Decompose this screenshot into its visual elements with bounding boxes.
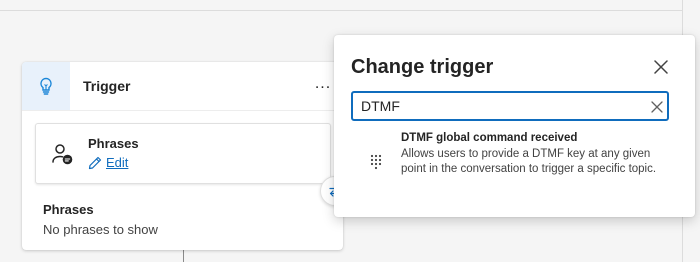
phrases-empty-text: No phrases to show: [43, 222, 158, 237]
lightbulb-icon: [40, 77, 52, 95]
pencil-icon: [88, 156, 102, 169]
trigger-node-title: Trigger: [83, 78, 131, 94]
change-trigger-panel: Change trigger DTMF global command recei…: [334, 35, 695, 217]
clear-search-button[interactable]: [650, 100, 664, 114]
phrases-card-title: Phrases: [88, 136, 139, 151]
edit-link-label[interactable]: Edit: [106, 155, 128, 170]
search-result-title: DTMF global command received: [401, 132, 578, 144]
search-result-item[interactable]: DTMF global command received Allows user…: [363, 131, 683, 199]
trigger-node-card[interactable]: Trigger ... Phrases Edit Phrases No phra…: [22, 62, 350, 250]
edit-phrases-link[interactable]: Edit: [88, 155, 128, 170]
person-chat-icon: [52, 144, 73, 165]
more-options-button[interactable]: ...: [311, 73, 335, 97]
dialpad-icon: [370, 154, 382, 170]
trigger-node-header: Trigger ...: [22, 62, 343, 111]
clear-icon: [651, 101, 663, 113]
trigger-search-box[interactable]: [351, 91, 669, 121]
canvas-top-border: [0, 10, 682, 11]
close-icon: [654, 60, 668, 74]
trigger-search-input[interactable]: [361, 96, 631, 116]
search-result-description: Allows users to provide a DTMF key at an…: [401, 148, 657, 175]
trigger-icon-container: [22, 62, 70, 110]
phrases-section-title: Phrases: [43, 202, 94, 217]
node-connector-line: [183, 250, 184, 262]
close-button[interactable]: [651, 57, 671, 77]
panel-title: Change trigger: [351, 56, 494, 78]
phrases-card[interactable]: Phrases Edit: [35, 123, 331, 184]
